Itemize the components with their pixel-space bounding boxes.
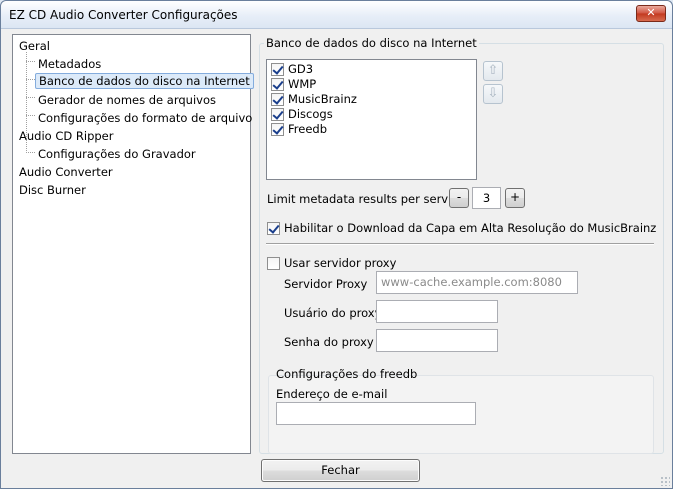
- use-proxy-option[interactable]: Usar servidor proxy: [267, 256, 396, 270]
- proxy-password-input[interactable]: [376, 329, 498, 352]
- tree-item-label: Gerador de nomes de arquivos: [38, 93, 216, 107]
- service-checkbox[interactable]: [271, 108, 284, 121]
- email-input[interactable]: [276, 402, 476, 425]
- close-button-label: Fechar: [321, 463, 360, 477]
- tree-item-label: Metadados: [38, 57, 102, 71]
- limit-value-field[interactable]: 3: [472, 187, 501, 209]
- hires-cover-label: Habilitar o Download da Capa em Alta Res…: [284, 221, 657, 235]
- tree-item-audio-converter[interactable]: Audio Converter: [19, 164, 113, 180]
- hires-cover-option[interactable]: Habilitar o Download da Capa em Alta Res…: [267, 221, 656, 235]
- service-label: GD3: [288, 62, 314, 76]
- use-proxy-checkbox[interactable]: [267, 256, 280, 270]
- metadata-services-list[interactable]: GD3 WMP MusicBrainz Discogs Freedb: [266, 59, 477, 180]
- proxy-server-input[interactable]: www-cache.example.com:8080: [376, 271, 578, 294]
- move-down-button[interactable]: ⇩: [483, 84, 503, 104]
- close-icon: ✕: [646, 6, 656, 19]
- internet-db-group-title: Banco de dados do disco na Internet: [264, 36, 479, 50]
- tree-item-label: Audio Converter: [19, 165, 113, 179]
- window-close-button[interactable]: ✕: [636, 5, 666, 22]
- minus-icon: -: [456, 190, 462, 204]
- proxy-user-label: Usuário do proxy: [284, 306, 382, 320]
- tree-connector: [26, 61, 35, 62]
- tree-item-label: Configurações do Gravador: [38, 147, 196, 161]
- email-label: Endereço de e-mail: [276, 387, 388, 401]
- limit-increase-button[interactable]: +: [505, 188, 525, 208]
- plus-icon: +: [509, 190, 521, 204]
- title-bar[interactable]: EZ CD Audio Converter Configurações ✕: [1, 1, 672, 29]
- tree-connector: [26, 115, 35, 116]
- list-item[interactable]: Freedb: [271, 122, 327, 137]
- settings-window: EZ CD Audio Converter Configurações ✕ Ge…: [0, 0, 673, 489]
- move-up-button[interactable]: ⇧: [483, 61, 503, 81]
- tree-item-burner-settings[interactable]: Configurações do Gravador: [38, 146, 196, 162]
- tree-connector: [26, 152, 35, 153]
- service-label: Freedb: [288, 122, 328, 136]
- service-label: Discogs: [288, 107, 333, 121]
- tree-item-filename-generator[interactable]: Gerador de nomes de arquivos: [38, 92, 216, 108]
- tree-item-label: Disc Burner: [19, 183, 86, 197]
- list-item[interactable]: GD3: [271, 62, 313, 77]
- tree-item-file-format-settings[interactable]: Configurações do formato de arquivo: [38, 110, 252, 126]
- proxy-server-label: Servidor Proxy: [284, 277, 368, 291]
- tree-item-label: Banco de dados do disco na Internet: [39, 74, 250, 88]
- tree-item-label: Configurações do formato de arquivo: [38, 111, 253, 125]
- resize-grip-icon[interactable]: [660, 476, 670, 486]
- list-item[interactable]: Discogs: [271, 107, 333, 122]
- service-checkbox[interactable]: [271, 78, 284, 91]
- limit-results-label: Limit metadata results per service: [267, 192, 465, 206]
- tree-item-internet-database[interactable]: Banco de dados do disco na Internet: [35, 73, 254, 89]
- tree-connector: [26, 79, 35, 80]
- arrow-up-icon: ⇧: [487, 63, 499, 78]
- tree-connector: [26, 97, 35, 98]
- limit-value: 3: [482, 191, 491, 205]
- section-divider: [266, 243, 654, 245]
- proxy-user-input[interactable]: [376, 300, 498, 323]
- close-button[interactable]: Fechar: [261, 459, 420, 482]
- proxy-server-placeholder: www-cache.example.com:8080: [381, 275, 562, 289]
- service-checkbox[interactable]: [271, 93, 284, 106]
- service-checkbox[interactable]: [271, 123, 284, 136]
- list-item[interactable]: MusicBrainz: [271, 92, 357, 107]
- hires-cover-checkbox[interactable]: [267, 221, 280, 235]
- window-title: EZ CD Audio Converter Configurações: [9, 8, 238, 22]
- proxy-password-label: Senha do proxy: [284, 335, 374, 349]
- freedb-group-title: Configurações do freedb: [276, 367, 418, 381]
- settings-tree[interactable]: Geral Metadados Banco de dados do disco …: [12, 34, 254, 454]
- list-item[interactable]: WMP: [271, 77, 316, 92]
- tree-item-audio-cd-ripper[interactable]: Audio CD Ripper: [19, 128, 113, 144]
- tree-item-label: Audio CD Ripper: [19, 129, 114, 143]
- service-label: WMP: [288, 77, 317, 91]
- arrow-down-icon: ⇩: [487, 86, 499, 101]
- use-proxy-label: Usar servidor proxy: [284, 256, 397, 270]
- dialog-content: Geral Metadados Banco de dados do disco …: [1, 29, 672, 488]
- tree-item-geral[interactable]: Geral: [19, 38, 50, 54]
- service-label: MusicBrainz: [288, 92, 357, 106]
- tree-item-label: Geral: [19, 39, 50, 53]
- service-checkbox[interactable]: [271, 63, 284, 76]
- tree-item-disc-burner[interactable]: Disc Burner: [19, 182, 86, 198]
- limit-decrease-button[interactable]: -: [449, 188, 469, 208]
- tree-item-metadados[interactable]: Metadados: [38, 56, 101, 72]
